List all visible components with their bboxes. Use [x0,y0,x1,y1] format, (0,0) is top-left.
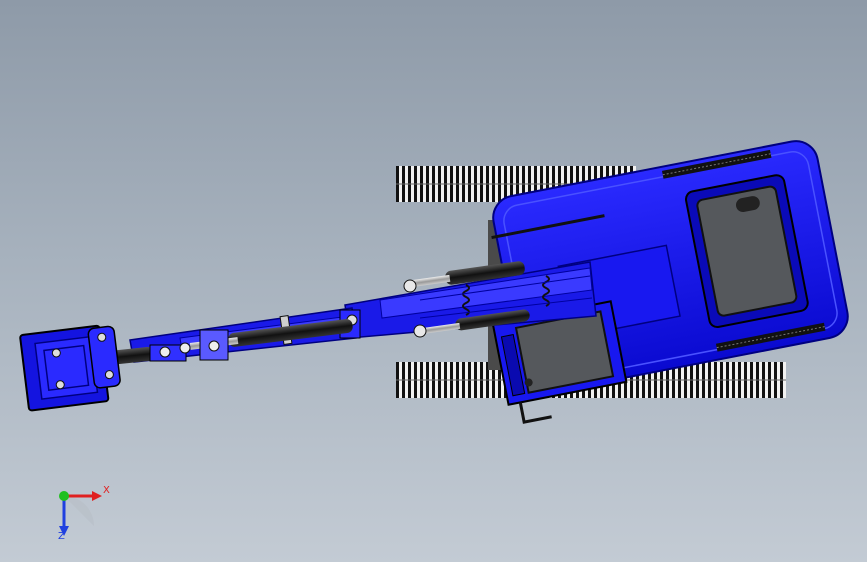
x-axis-head [92,491,102,501]
cad-viewport[interactable]: X Z [0,0,867,562]
z-axis-label: Z [58,531,65,542]
excavator-model[interactable] [0,0,867,562]
y-axis-dot [59,491,69,501]
bucket [19,324,121,412]
x-axis-label: X [103,485,110,496]
coordinate-triad: X Z [38,478,118,548]
triad-arc [64,496,94,526]
